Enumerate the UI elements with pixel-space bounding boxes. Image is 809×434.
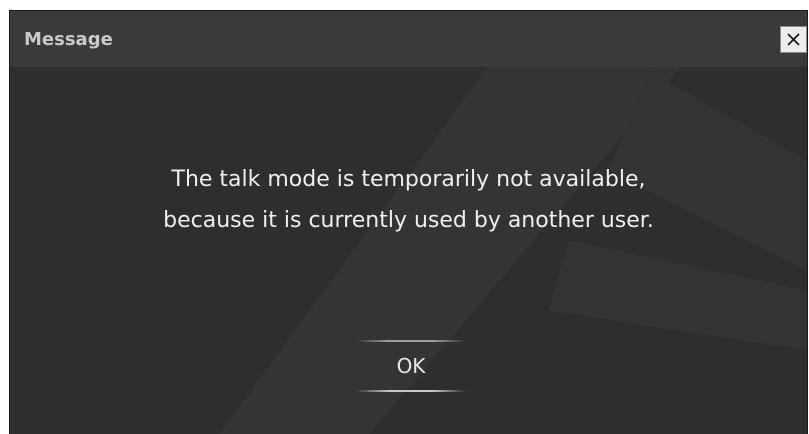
message-line: because it is currently used by another … bbox=[163, 208, 654, 233]
ok-button-top-border bbox=[356, 340, 466, 342]
message-line: The talk mode is temporarily not availab… bbox=[171, 167, 646, 192]
message-text: The talk mode is temporarily not availab… bbox=[10, 159, 807, 241]
close-icon bbox=[787, 33, 800, 46]
ok-button-bottom-border bbox=[356, 390, 466, 392]
message-dialog: Message The talk mode is temporarily not… bbox=[9, 10, 808, 434]
dialog-title: Message bbox=[24, 29, 113, 50]
title-bar: Message bbox=[10, 11, 807, 67]
ok-button-label: OK bbox=[396, 354, 426, 378]
ok-button[interactable]: OK bbox=[356, 340, 466, 392]
close-button[interactable] bbox=[780, 26, 807, 53]
